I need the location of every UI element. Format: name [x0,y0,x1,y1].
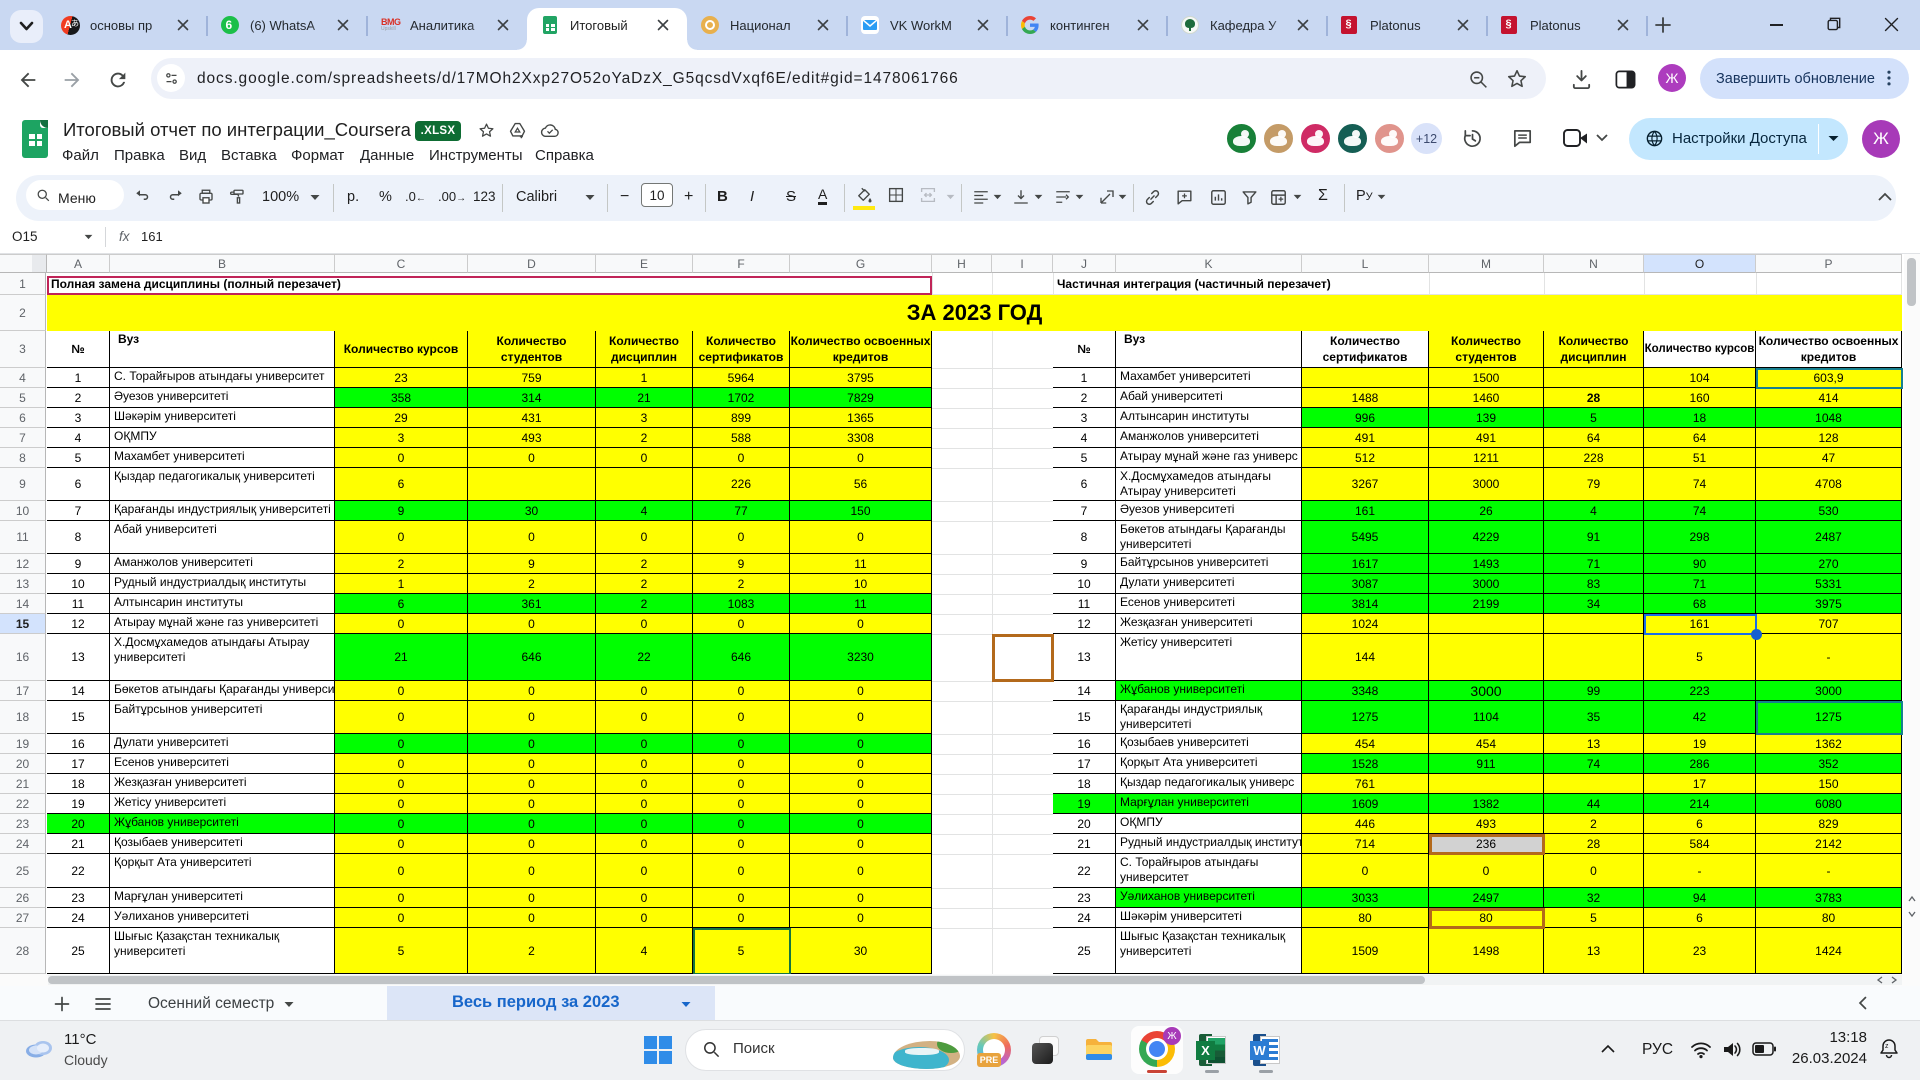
svg-text:z: z [1885,1043,1889,1050]
